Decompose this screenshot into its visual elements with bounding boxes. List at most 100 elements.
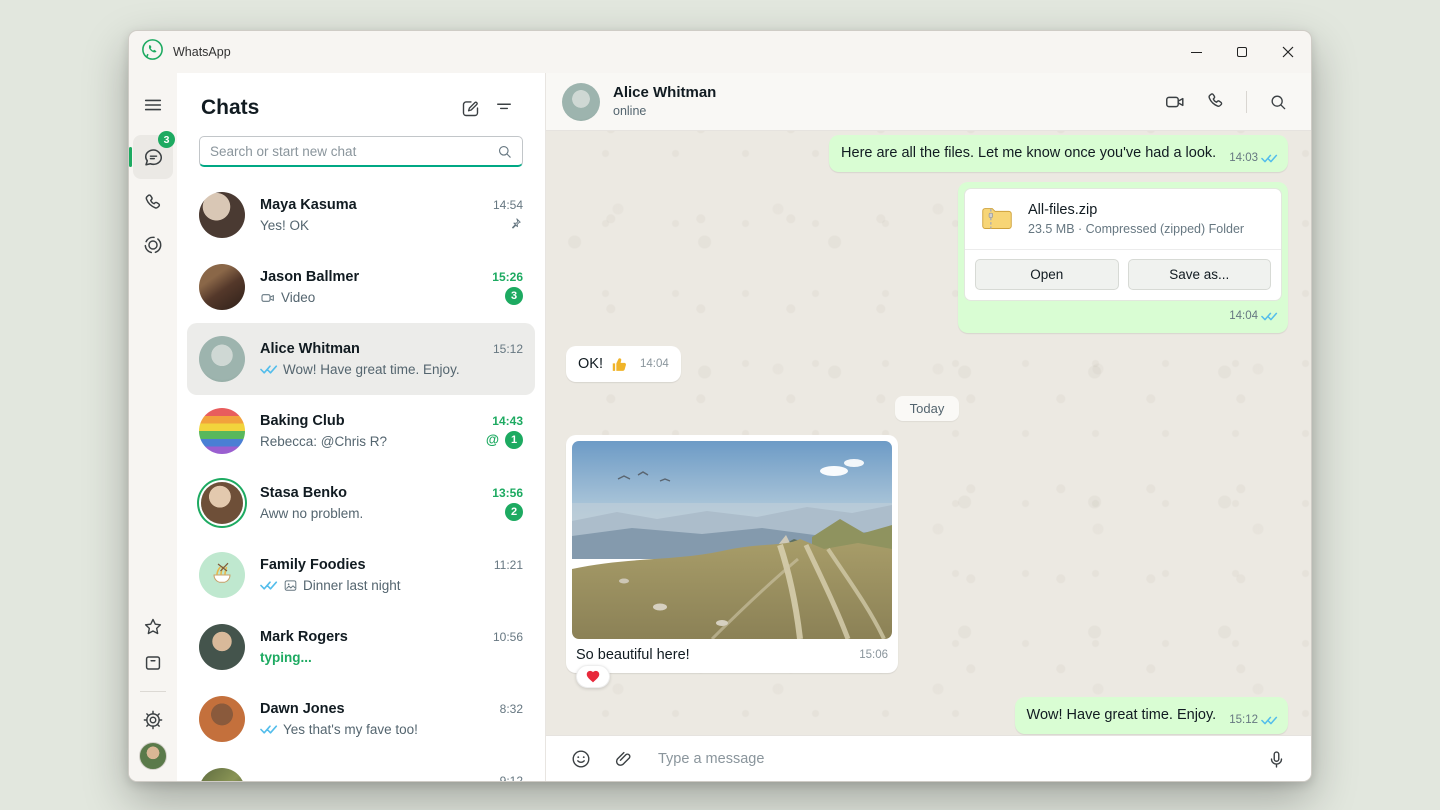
message-time: 14:03 — [1229, 148, 1258, 168]
starred-messages-button[interactable] — [133, 609, 173, 645]
chat-list-item[interactable]: Maya Kasuma Yes! OK 14:54 — [187, 179, 535, 251]
conversation-header[interactable]: Alice Whitman online — [546, 73, 1311, 131]
chat-list-item[interactable]: Mark Rogers typing... 10:56 — [187, 611, 535, 683]
message-incoming: OK! 14:04 — [566, 346, 1288, 382]
chat-list-item[interactable]: Family Foodies Dinner last night 11:21 — [187, 539, 535, 611]
save-as-button[interactable]: Save as... — [1128, 259, 1272, 290]
chat-list-item[interactable]: Stasa Benko Aww no problem. 13:56 2 — [187, 467, 535, 539]
voice-call-icon — [1205, 91, 1226, 112]
chat-list: Maya Kasuma Yes! OK 14:54 Jason Ballmer — [177, 179, 545, 782]
chat-row-text: Maya Kasuma Yes! OK — [260, 195, 468, 236]
avatar — [199, 768, 245, 782]
attach-button[interactable] — [606, 742, 640, 776]
chat-row-text: Mark Rogers typing... — [260, 627, 468, 668]
profile-avatar[interactable] — [139, 742, 167, 770]
archive-icon — [142, 652, 164, 674]
chat-row-text: Baking Club Rebecca: @Chris R? — [260, 411, 468, 452]
chat-list-item-selected[interactable]: Alice Whitman Wow! Have great time. Enjo… — [187, 323, 535, 395]
chat-list-item[interactable]: Ziggy Woodley 9:12 — [187, 755, 535, 782]
window-title: WhatsApp — [173, 45, 231, 59]
video-call-button[interactable] — [1158, 87, 1192, 117]
chat-row-meta: 14:54 — [483, 198, 523, 233]
settings-button[interactable] — [133, 702, 173, 738]
filter-chats-button[interactable] — [487, 93, 521, 123]
chat-time: 11:21 — [494, 558, 523, 572]
new-chat-button[interactable] — [453, 93, 487, 123]
navigation-rail: 3 — [129, 73, 177, 782]
message-outgoing: Here are all the files. Let me know once… — [566, 135, 1288, 172]
conversation-avatar[interactable] — [562, 83, 600, 121]
maximize-icon — [1237, 47, 1247, 57]
pin-icon — [507, 216, 523, 232]
heart-reaction-pill[interactable] — [576, 665, 610, 688]
file-card[interactable]: All-files.zip 23.5 MB · Compressed (zipp… — [964, 188, 1282, 301]
mic-icon — [1266, 749, 1287, 770]
unread-badge: 3 — [505, 287, 523, 305]
unread-chats-badge: 3 — [158, 131, 175, 148]
calls-tab[interactable] — [133, 185, 173, 221]
photo-mountain-landscape[interactable] — [572, 441, 892, 639]
chat-list-item[interactable]: Baking Club Rebecca: @Chris R? 14:43 @ 1 — [187, 395, 535, 467]
close-icon — [1282, 46, 1294, 58]
chat-name: Maya Kasuma — [260, 195, 468, 216]
search-in-chat-button[interactable] — [1261, 87, 1295, 117]
close-button[interactable] — [1265, 31, 1311, 73]
voice-call-button[interactable] — [1198, 87, 1232, 117]
message-time: 15:06 — [859, 645, 888, 665]
star-icon — [142, 616, 164, 638]
file-message-bubble: All-files.zip 23.5 MB · Compressed (zipp… — [958, 182, 1288, 333]
date-divider: Today — [895, 396, 960, 421]
chat-row-meta: 10:56 — [483, 630, 523, 665]
avatar — [199, 624, 245, 670]
chat-name: Stasa Benko — [260, 483, 468, 504]
read-ticks-icon — [260, 724, 278, 735]
maximize-button[interactable] — [1219, 31, 1265, 73]
title-bar[interactable]: WhatsApp — [129, 31, 1311, 73]
chats-panel-header: Chats — [177, 73, 545, 123]
read-ticks-icon — [260, 364, 278, 375]
chat-row-meta: 15:26 3 — [483, 270, 523, 305]
chat-row-text: Jason Ballmer Video — [260, 267, 468, 308]
conversation-actions — [1158, 87, 1295, 117]
chats-tab[interactable]: 3 — [133, 135, 173, 179]
video-preview-icon — [260, 290, 276, 306]
minimize-button[interactable] — [1173, 31, 1219, 73]
chat-list-item[interactable]: Jason Ballmer Video 15:26 3 — [187, 251, 535, 323]
emoji-button[interactable] — [564, 742, 598, 776]
message-composer — [546, 735, 1311, 782]
chat-time: 9:12 — [500, 774, 523, 783]
conversation-area: Alice Whitman online — [546, 73, 1311, 782]
read-ticks-icon — [1261, 715, 1278, 726]
panel-title: Chats — [201, 96, 453, 120]
message-bubble: OK! 14:04 — [566, 346, 681, 382]
chat-row-text: Dawn Jones Yes that's my fave too! — [260, 699, 468, 740]
chat-list-item[interactable]: Dawn Jones Yes that's my fave too! 8:32 — [187, 683, 535, 755]
chat-preview: Rebecca: @Chris R? — [260, 432, 387, 452]
avatar — [199, 192, 245, 238]
image-caption: So beautiful here! — [576, 645, 690, 665]
menu-button[interactable] — [133, 87, 173, 123]
status-tab[interactable] — [133, 227, 173, 263]
chat-row-meta: 8:32 — [483, 702, 523, 737]
chat-name: Ziggy Woodley — [260, 781, 468, 783]
message-incoming-image: So beautiful here! 15:06 — [566, 435, 1288, 673]
archived-chats-button[interactable] — [133, 645, 173, 681]
chat-row-meta: 14:43 @ 1 — [483, 414, 523, 449]
open-file-button[interactable]: Open — [975, 259, 1119, 290]
minimize-icon — [1191, 52, 1202, 53]
desktop-background: WhatsApp 3 — [0, 0, 1440, 810]
paperclip-icon — [613, 749, 634, 770]
conversation-titles: Alice Whitman online — [613, 83, 1158, 120]
hamburger-icon — [142, 94, 164, 116]
chat-row-text: Ziggy Woodley — [260, 781, 468, 783]
status-icon — [142, 234, 164, 256]
message-outgoing-file: All-files.zip 23.5 MB · Compressed (zipp… — [566, 182, 1288, 333]
zip-file-icon — [978, 200, 1016, 238]
chat-name: Jason Ballmer — [260, 267, 468, 288]
message-input[interactable] — [648, 751, 1251, 767]
search-input[interactable] — [199, 136, 523, 167]
file-summary: All-files.zip 23.5 MB · Compressed (zipp… — [965, 189, 1281, 249]
chat-name: Alice Whitman — [260, 339, 468, 360]
voice-record-button[interactable] — [1259, 742, 1293, 776]
chat-row-text: Stasa Benko Aww no problem. — [260, 483, 468, 524]
